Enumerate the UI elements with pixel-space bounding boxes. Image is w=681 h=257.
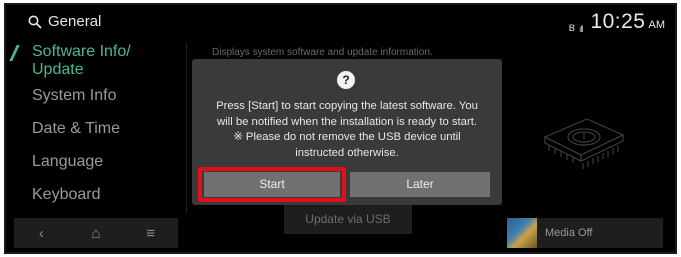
sidebar-item-system-info[interactable]: System Info xyxy=(6,87,181,120)
later-button[interactable]: Later xyxy=(350,172,490,197)
sidebar-item-software-info-update[interactable]: Software Info/ Update xyxy=(6,43,181,87)
start-highlight-box xyxy=(198,167,346,202)
back-icon[interactable]: ‹ xyxy=(21,225,61,242)
active-indicator xyxy=(9,45,20,61)
media-widget[interactable]: Media Off xyxy=(507,218,663,248)
sidebar-item-label: Date & Time xyxy=(32,120,121,137)
update-via-usb-button[interactable]: Update via USB xyxy=(284,204,412,234)
screen-frame: General ʙ ıll 10:25 AM Software Info/ Up… xyxy=(4,3,677,254)
sidebar-item-language[interactable]: Language xyxy=(6,153,181,186)
search-icon[interactable] xyxy=(28,15,42,29)
nav-group: ‹ ⌂ ≡ xyxy=(14,218,178,248)
clock-time: 10:25 xyxy=(590,10,646,33)
sidebar-item-label: Keyboard xyxy=(32,186,101,203)
bluetooth-icon: ʙ xyxy=(568,20,575,34)
sidebar-item-label: Language xyxy=(32,153,104,170)
sidebar-item-keyboard[interactable]: Keyboard xyxy=(6,186,181,219)
question-icon: ? xyxy=(337,71,355,89)
sidebar-item-label: Update xyxy=(32,61,84,78)
sidebar-item-label: Software Info/ xyxy=(32,43,131,60)
dialog-message-line: ※ Please do not remove the USB device un… xyxy=(233,131,461,143)
content-divider xyxy=(186,43,187,213)
dialog-message-line: instructed otherwise. xyxy=(295,146,399,159)
signal-icon: ıll xyxy=(578,24,583,34)
bottom-bar: ‹ ⌂ ≡ Update via USB Media Off xyxy=(6,204,675,252)
media-thumbnail xyxy=(507,218,537,248)
page-title: General xyxy=(48,13,102,30)
media-label: Media Off xyxy=(545,227,593,239)
sidebar-item-date-time[interactable]: Date & Time xyxy=(6,120,181,153)
sidebar-menu: Software Info/ Update System Info Date &… xyxy=(6,43,181,219)
content-description: Displays system software and update info… xyxy=(212,47,433,58)
menu-icon[interactable]: ≡ xyxy=(131,225,171,242)
home-icon[interactable]: ⌂ xyxy=(76,225,116,242)
dialog-message: Press [Start] to start copying the lates… xyxy=(202,99,492,161)
status-area: ʙ ıll 10:25 AM xyxy=(569,10,665,34)
dialog-message-line: Press [Start] to start copying the lates… xyxy=(216,100,478,112)
top-bar: General ʙ ıll 10:25 AM xyxy=(6,5,675,39)
update-dialog: ? Press [Start] to start copying the lat… xyxy=(192,59,502,205)
sidebar-item-label: System Info xyxy=(32,87,117,104)
dialog-message-line: will be notified when the installation i… xyxy=(217,115,477,128)
clock-ampm: AM xyxy=(648,19,666,31)
chip-illustration-icon xyxy=(543,118,625,169)
